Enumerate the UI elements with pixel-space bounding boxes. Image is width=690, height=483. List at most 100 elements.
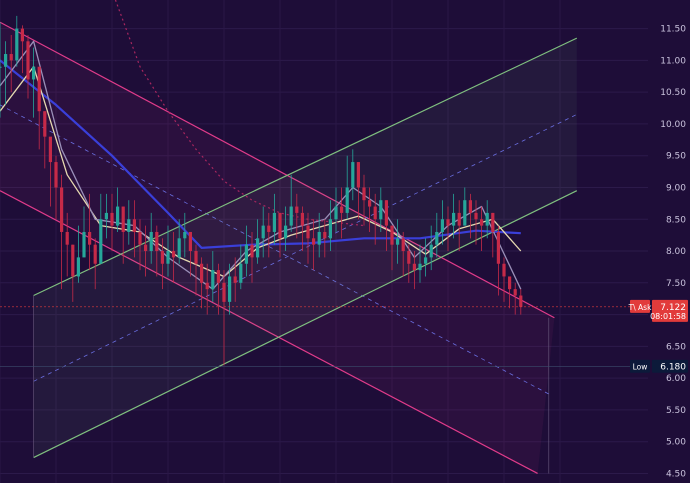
candle-body[interactable] bbox=[300, 212, 304, 226]
candle-body[interactable] bbox=[502, 263, 506, 277]
chart-svg[interactable]: 11.50 11.00 10.50 10.00 9.50 9.00 8.50 8.00 7.50… bbox=[0, 0, 690, 483]
candle-body[interactable] bbox=[379, 200, 383, 220]
candle-body[interactable] bbox=[82, 231, 86, 258]
candle-body[interactable] bbox=[435, 231, 439, 245]
candle-body[interactable] bbox=[138, 231, 142, 245]
candle-body[interactable] bbox=[54, 162, 58, 188]
candle-body[interactable] bbox=[144, 244, 148, 252]
candle-body[interactable] bbox=[390, 225, 394, 245]
candle-body[interactable] bbox=[121, 206, 125, 232]
candle-body[interactable] bbox=[284, 225, 288, 239]
candle-body[interactable] bbox=[295, 206, 299, 213]
candle-body[interactable] bbox=[317, 231, 321, 245]
candle-body[interactable] bbox=[104, 212, 108, 220]
candle-body[interactable] bbox=[32, 66, 36, 80]
candle-body[interactable] bbox=[205, 282, 209, 290]
marker-tag-text-0: T\ Ask bbox=[628, 303, 653, 312]
candle-body[interactable] bbox=[4, 54, 8, 67]
candle-body[interactable] bbox=[222, 282, 226, 302]
y-tick-label: 4.50 bbox=[666, 469, 686, 479]
candle-body[interactable] bbox=[9, 54, 13, 61]
candle-body[interactable] bbox=[463, 200, 467, 226]
candle-body[interactable] bbox=[491, 212, 495, 232]
candle-body[interactable] bbox=[328, 219, 332, 239]
candle-body[interactable] bbox=[452, 212, 456, 226]
candle-body[interactable] bbox=[440, 219, 444, 232]
candle-body[interactable] bbox=[110, 212, 114, 226]
candle-body[interactable] bbox=[312, 238, 316, 245]
candle-body[interactable] bbox=[368, 200, 372, 207]
candle-body[interactable] bbox=[340, 206, 344, 213]
candle-body[interactable] bbox=[334, 206, 338, 220]
candle-body[interactable] bbox=[446, 219, 450, 226]
candle-body[interactable] bbox=[289, 206, 293, 226]
candle-body[interactable] bbox=[513, 289, 517, 296]
y-tick-label: 11.00 bbox=[660, 56, 686, 66]
candle-body[interactable] bbox=[216, 270, 220, 283]
candle-body[interactable] bbox=[155, 231, 159, 252]
candle-body[interactable] bbox=[149, 231, 153, 252]
candle-body[interactable] bbox=[508, 276, 512, 290]
candle-body[interactable] bbox=[76, 257, 80, 277]
candle-body[interactable] bbox=[345, 187, 349, 213]
candle-body[interactable] bbox=[239, 263, 243, 283]
candle-body[interactable] bbox=[15, 28, 19, 61]
candle-body[interactable] bbox=[418, 263, 422, 271]
candle-body[interactable] bbox=[177, 238, 181, 258]
candle-body[interactable] bbox=[278, 212, 282, 239]
candle-body[interactable] bbox=[429, 244, 433, 258]
y-axis: 11.50 11.00 10.50 10.00 9.50 9.00 8.50 8.00 7.50… bbox=[648, 0, 690, 483]
candle-body[interactable] bbox=[88, 231, 92, 245]
candle-body[interactable] bbox=[261, 225, 265, 239]
candle-body[interactable] bbox=[457, 212, 461, 226]
candle-body[interactable] bbox=[233, 276, 237, 283]
candle-body[interactable] bbox=[362, 187, 366, 201]
candle-body[interactable] bbox=[256, 238, 260, 258]
candle-body[interactable] bbox=[407, 251, 411, 264]
candle-body[interactable] bbox=[37, 66, 41, 112]
candle-body[interactable] bbox=[172, 251, 176, 258]
candle-body[interactable] bbox=[384, 200, 388, 226]
candle-body[interactable] bbox=[26, 41, 30, 80]
candle-body[interactable] bbox=[71, 244, 75, 277]
candle-body[interactable] bbox=[496, 231, 500, 264]
candle-body[interactable] bbox=[0, 66, 2, 68]
candle-body[interactable] bbox=[211, 270, 215, 290]
candle-body[interactable] bbox=[116, 206, 120, 226]
candle-body[interactable] bbox=[20, 28, 24, 42]
candle-body[interactable] bbox=[351, 162, 355, 188]
candle-body[interactable] bbox=[401, 238, 405, 252]
candle-body[interactable] bbox=[250, 244, 254, 258]
candle-body[interactable] bbox=[267, 225, 271, 232]
candle-body[interactable] bbox=[194, 251, 198, 264]
candle-body[interactable] bbox=[396, 238, 400, 245]
candle-body[interactable] bbox=[272, 212, 276, 232]
candle-body[interactable] bbox=[48, 136, 52, 163]
candle-body[interactable] bbox=[183, 231, 187, 239]
y-tick-label: 8.50 bbox=[666, 215, 686, 225]
candle-body[interactable] bbox=[323, 231, 327, 239]
candle-body[interactable] bbox=[306, 225, 310, 239]
candle-body[interactable] bbox=[412, 263, 416, 271]
candle-body[interactable] bbox=[200, 263, 204, 283]
candle-body[interactable] bbox=[424, 257, 428, 264]
candle-body[interactable] bbox=[93, 244, 97, 264]
candle-body[interactable] bbox=[480, 219, 484, 226]
candle-body[interactable] bbox=[166, 251, 170, 264]
candle-body[interactable] bbox=[65, 231, 69, 245]
candle-body[interactable] bbox=[519, 295, 523, 307]
candle-body[interactable] bbox=[485, 212, 489, 226]
candle-body[interactable] bbox=[60, 187, 64, 232]
candle-body[interactable] bbox=[244, 244, 248, 264]
candle-body[interactable] bbox=[160, 251, 164, 264]
candle-body[interactable] bbox=[132, 219, 136, 232]
candle-body[interactable] bbox=[373, 206, 377, 220]
candle-body[interactable] bbox=[356, 162, 360, 188]
candle-body[interactable] bbox=[99, 219, 103, 264]
candle-body[interactable] bbox=[127, 219, 131, 232]
candle-body[interactable] bbox=[43, 111, 47, 137]
candle-body[interactable] bbox=[474, 212, 478, 220]
candle-body[interactable] bbox=[188, 231, 192, 252]
candle-body[interactable] bbox=[468, 200, 472, 213]
candle-body[interactable] bbox=[228, 276, 232, 302]
